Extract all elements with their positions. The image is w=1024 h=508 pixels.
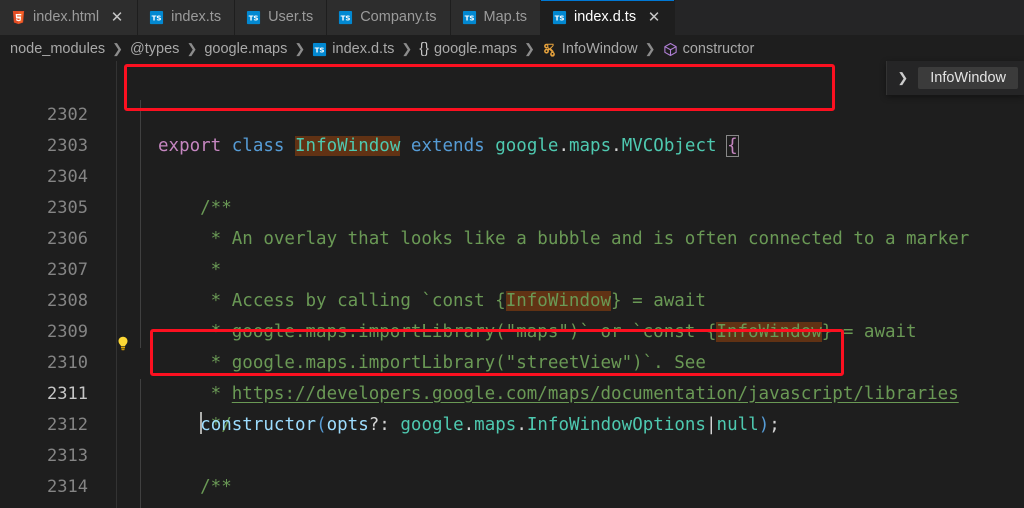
svg-text:TS: TS bbox=[152, 14, 162, 23]
html5-file-icon bbox=[11, 10, 26, 25]
tab-label: index.ts bbox=[171, 9, 222, 26]
code-line-2309[interactable]: 2309 * https://developers.google.com/map… bbox=[0, 286, 1024, 404]
tab-label: Company.ts bbox=[360, 9, 437, 26]
indent-guide bbox=[140, 410, 141, 441]
breadcrumb-label: @types bbox=[130, 41, 180, 57]
svg-text:TS: TS bbox=[249, 14, 259, 23]
breadcrumb-separator-icon: ❯ bbox=[112, 41, 124, 56]
tab-label: Map.ts bbox=[483, 9, 528, 26]
tab-bar-empty-area bbox=[675, 0, 1024, 35]
tab-company-ts[interactable]: TS Company.ts bbox=[327, 0, 451, 35]
breadcrumb-label: InfoWindow bbox=[561, 41, 638, 57]
indent-guide bbox=[140, 131, 141, 162]
code-line-2307[interactable]: 2307 * google.maps.importLibrary("maps")… bbox=[0, 224, 1024, 342]
breadcrumb-item-google-maps-namespace[interactable]: {} google.maps bbox=[418, 41, 518, 57]
svg-text:TS: TS bbox=[341, 14, 351, 23]
breadcrumb-label: node_modules bbox=[10, 41, 106, 57]
breadcrumb-separator-icon: ❯ bbox=[644, 41, 656, 56]
typescript-file-icon: TS bbox=[149, 10, 164, 25]
tab-close-button[interactable]: ✕ bbox=[647, 10, 661, 25]
class-symbol-icon bbox=[542, 42, 557, 57]
editor-tab-bar: index.html ✕ TS index.ts TS User.ts TS C… bbox=[0, 0, 1024, 36]
tab-user-ts[interactable]: TS User.ts bbox=[235, 0, 328, 35]
breadcrumb-item-types[interactable]: @types bbox=[129, 41, 180, 57]
code-line-2302[interactable]: 2302 export class InfoWindow extends goo… bbox=[0, 69, 1024, 157]
indent-guide bbox=[140, 255, 141, 286]
indent-guide bbox=[140, 286, 141, 317]
breadcrumb-label: index.d.ts bbox=[332, 41, 395, 57]
indent-guide bbox=[140, 441, 141, 472]
code-content[interactable]: 2302 export class InfoWindow extends goo… bbox=[0, 61, 1024, 508]
svg-text:TS: TS bbox=[464, 14, 474, 23]
code-line-2311[interactable]: 2311 constructor(opts?: google.maps.Info… bbox=[0, 348, 1024, 435]
sticky-scroll-infowindow-widget[interactable]: ❯ InfoWindow bbox=[886, 61, 1024, 95]
code-line-2303[interactable]: 2303 /** bbox=[0, 100, 1024, 218]
breadcrumb-item-node-modules[interactable]: node_modules bbox=[9, 41, 106, 57]
tab-close-button[interactable]: ✕ bbox=[110, 10, 124, 25]
indent-guide bbox=[140, 224, 141, 255]
tab-label: index.html bbox=[33, 9, 100, 26]
code-line-2316[interactable]: 2316 /** bbox=[0, 503, 1024, 508]
chevron-right-icon[interactable]: ❯ bbox=[891, 70, 918, 86]
tab-label: User.ts bbox=[268, 9, 314, 26]
tab-map-ts[interactable]: TS Map.ts bbox=[450, 0, 542, 35]
breadcrumb-label: google.maps bbox=[433, 41, 517, 57]
svg-text:TS: TS bbox=[555, 14, 565, 23]
code-line-2308[interactable]: 2308 * google.maps.importLibrary("street… bbox=[0, 255, 1024, 373]
breadcrumb-item-index-d-ts[interactable]: TS index.d.ts bbox=[311, 41, 395, 57]
gutter-divider bbox=[116, 61, 117, 508]
typescript-file-icon: TS bbox=[338, 10, 353, 25]
breadcrumb-separator-icon: ❯ bbox=[294, 41, 306, 56]
code-line-2314[interactable]: 2314 */ bbox=[0, 441, 1024, 497]
tab-index-d-ts[interactable]: TS index.d.ts ✕ bbox=[541, 0, 676, 35]
sticky-scroll-label: InfoWindow bbox=[918, 67, 1018, 89]
code-editor[interactable]: 2302 export class InfoWindow extends goo… bbox=[0, 61, 1024, 508]
code-line-2304[interactable]: 2304 * An overlay that looks like a bubb… bbox=[0, 131, 1024, 249]
indent-guide bbox=[140, 100, 141, 131]
breadcrumb-label: constructor bbox=[682, 41, 755, 57]
indent-guide bbox=[140, 317, 141, 348]
code-line-partial-top bbox=[0, 61, 1024, 69]
code-line-2315[interactable]: 2315 close(): void; bbox=[0, 472, 1024, 503]
namespace-braces-icon: {} bbox=[419, 41, 429, 57]
code-line-2306[interactable]: 2306 * Access by calling `const {InfoWin… bbox=[0, 193, 1024, 311]
indent-guide bbox=[140, 379, 141, 410]
svg-text:TS: TS bbox=[315, 45, 325, 54]
breadcrumb-item-google-maps-folder[interactable]: google.maps bbox=[203, 41, 288, 57]
vscode-window: index.html ✕ TS index.ts TS User.ts TS C… bbox=[0, 0, 1024, 508]
breadcrumb-separator-icon: ❯ bbox=[186, 41, 198, 56]
indent-guide bbox=[140, 472, 141, 503]
code-line-2313[interactable]: 2313 * Closes this InfoWindow by removin… bbox=[0, 410, 1024, 466]
typescript-file-icon: TS bbox=[312, 42, 327, 57]
breadcrumb-label: google.maps bbox=[204, 41, 288, 57]
tab-index-html[interactable]: index.html ✕ bbox=[0, 0, 139, 35]
code-line-2305[interactable]: 2305 * bbox=[0, 162, 1024, 280]
breadcrumb-item-infowindow[interactable]: InfoWindow bbox=[541, 41, 639, 57]
indent-guide bbox=[140, 162, 141, 193]
indent-guide bbox=[140, 193, 141, 224]
code-line-2310[interactable]: 2310 */ bbox=[0, 317, 1024, 435]
typescript-file-icon: TS bbox=[462, 10, 477, 25]
breadcrumb-item-constructor[interactable]: constructor bbox=[662, 41, 756, 57]
tab-label: index.d.ts bbox=[574, 9, 637, 26]
breadcrumb-separator-icon: ❯ bbox=[401, 41, 413, 56]
code-line-2312[interactable]: 2312 /** bbox=[0, 379, 1024, 497]
breadcrumb-separator-icon: ❯ bbox=[523, 41, 535, 56]
typescript-file-icon: TS bbox=[552, 10, 567, 25]
breadcrumb: node_modules ❯ @types ❯ google.maps ❯ TS… bbox=[0, 36, 1024, 62]
typescript-file-icon: TS bbox=[246, 10, 261, 25]
lightbulb-quickfix-icon[interactable] bbox=[114, 335, 132, 353]
tab-index-ts[interactable]: TS index.ts bbox=[138, 0, 236, 35]
method-symbol-icon bbox=[663, 42, 678, 57]
indent-guide bbox=[140, 503, 141, 508]
